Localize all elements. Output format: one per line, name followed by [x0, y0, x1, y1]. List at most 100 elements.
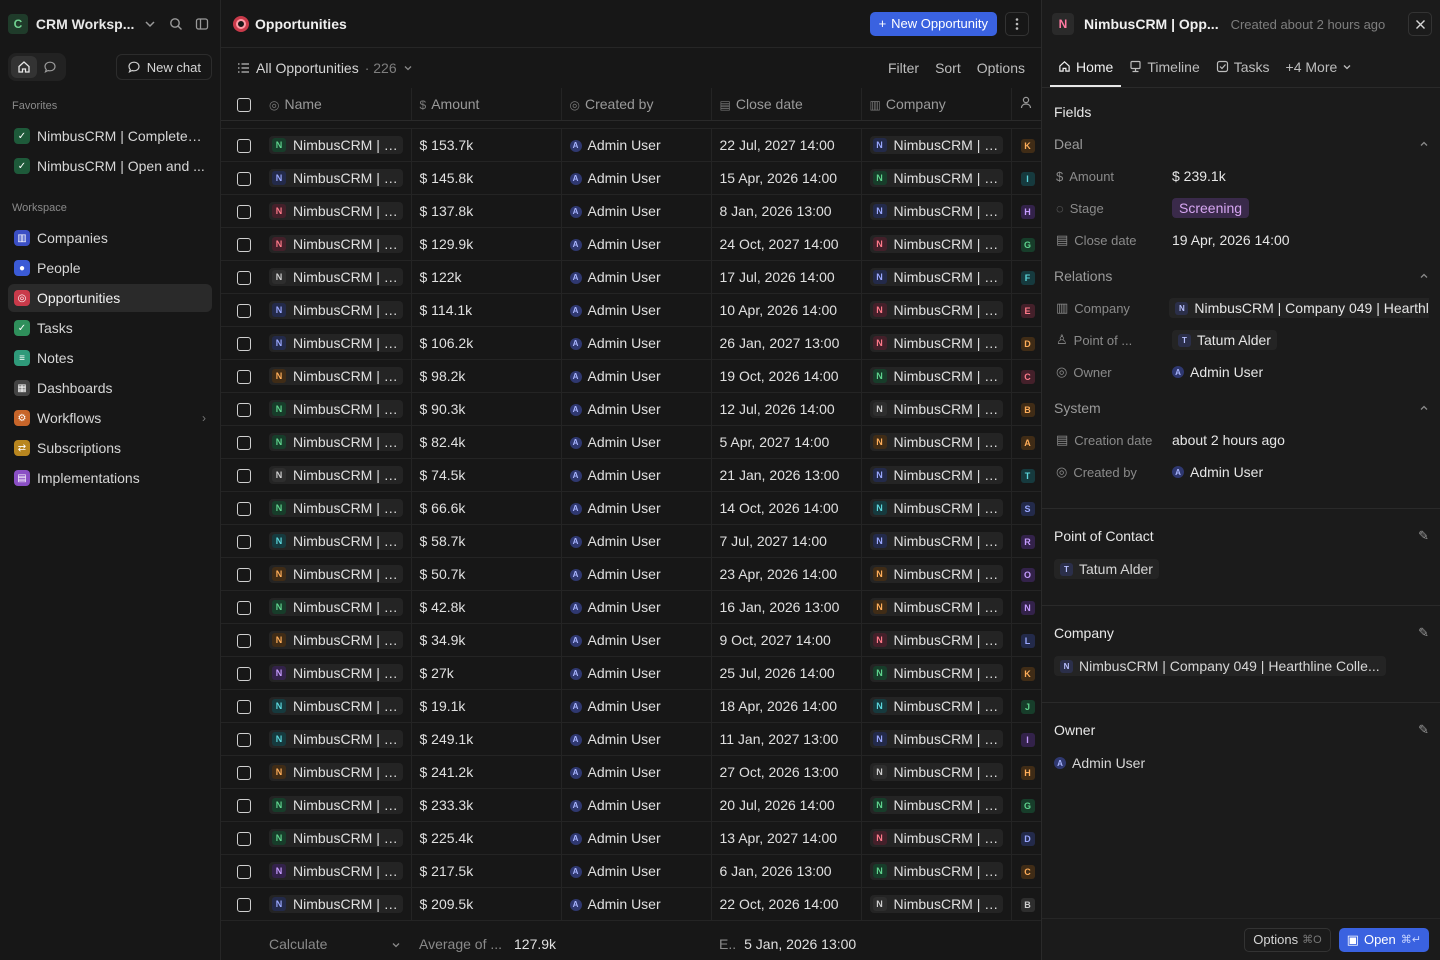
- close-date-aggregate[interactable]: E.. 5 Jan, 2026 13:00: [719, 936, 856, 952]
- table-row[interactable]: N NimbusCRM | Op... $ 42.8k A Admin User 16 J…: [221, 590, 1041, 624]
- opportunity-chip[interactable]: N NimbusCRM | Op...: [269, 433, 403, 451]
- point-of-contact-cell[interactable]: E: [1011, 293, 1041, 327]
- chevron-down-icon[interactable]: [140, 14, 160, 34]
- company-chip[interactable]: N NimbusCRM | Co...: [869, 433, 1003, 451]
- company-cell[interactable]: N NimbusCRM | Co...: [861, 326, 1012, 360]
- created-by-cell[interactable]: A Admin User: [561, 458, 712, 492]
- select-all-checkbox[interactable]: [237, 97, 251, 112]
- company-chip[interactable]: N NimbusCRM | Co...: [869, 895, 1003, 913]
- opportunity-chip[interactable]: N NimbusCRM | Op...: [269, 268, 403, 286]
- table-row[interactable]: N NimbusCRM | Op... $ 34.9k A Admin User 9 Oc…: [221, 623, 1041, 657]
- new-chat-button[interactable]: New chat: [115, 54, 212, 80]
- close-date-cell[interactable]: 23 Apr, 2026 14:00: [711, 557, 862, 591]
- company-cell[interactable]: N NimbusCRM | Co...: [861, 722, 1012, 756]
- name-cell[interactable]: N NimbusCRM | Op...: [261, 755, 412, 789]
- created-by-cell[interactable]: A Admin User: [561, 359, 712, 393]
- table-row[interactable]: N NimbusCRM | Op... $ 137.8k A Admin User 8 J…: [221, 194, 1041, 228]
- sidebar-item-subscriptions[interactable]: ⇄ Subscriptions: [8, 434, 212, 462]
- created-by-cell[interactable]: A Admin User: [561, 854, 712, 888]
- company-chip[interactable]: N NimbusCRM | Co...: [869, 367, 1003, 385]
- created-by-cell[interactable]: A Admin User: [561, 722, 712, 756]
- close-panel-button[interactable]: [1408, 12, 1432, 36]
- row-checkbox[interactable]: [237, 699, 251, 714]
- name-cell[interactable]: N NimbusCRM | Op...: [261, 689, 412, 723]
- opportunity-chip[interactable]: N NimbusCRM | Op...: [269, 169, 403, 187]
- close-date-cell[interactable]: 22 Jul, 2027 14:00: [711, 128, 862, 162]
- company-chip[interactable]: N NimbusCRM | Co...: [869, 565, 1003, 583]
- amount-cell[interactable]: $ 225.4k: [411, 821, 562, 855]
- name-cell[interactable]: N NimbusCRM | Op...: [261, 326, 412, 360]
- opportunity-chip[interactable]: N NimbusCRM | Op...: [269, 499, 403, 517]
- column-header-company[interactable]: ▥ Company: [861, 88, 1012, 121]
- company-chip[interactable]: N NimbusCRM | Co...: [869, 400, 1003, 418]
- company-cell[interactable]: N NimbusCRM | Co...: [861, 227, 1012, 261]
- name-cell[interactable]: N NimbusCRM | Op...: [261, 491, 412, 525]
- table-row[interactable]: N NimbusCRM | Op... $ 50.7k A Admin User 23 A…: [221, 557, 1041, 591]
- column-header-amount[interactable]: $ Amount: [411, 88, 562, 121]
- company-cell[interactable]: N NimbusCRM | Co...: [861, 788, 1012, 822]
- opportunity-chip[interactable]: N NimbusCRM | Op...: [269, 565, 403, 583]
- open-record-button[interactable]: ▣ Open ⌘↵: [1338, 927, 1429, 952]
- close-date-cell[interactable]: 21 Jan, 2026 13:00: [711, 458, 862, 492]
- point-of-contact-cell[interactable]: I: [1011, 722, 1041, 756]
- point-of-contact-cell[interactable]: D: [1011, 821, 1041, 855]
- created-by-cell[interactable]: A Admin User: [561, 590, 712, 624]
- company-cell[interactable]: N NimbusCRM | Co...: [861, 755, 1012, 789]
- opportunity-chip[interactable]: N NimbusCRM | Op...: [269, 598, 403, 616]
- amount-cell[interactable]: $ 217.5k: [411, 854, 562, 888]
- tab-home[interactable]: Home: [1050, 48, 1122, 87]
- point-of-contact-cell[interactable]: D: [1011, 326, 1041, 360]
- sidebar-item-tasks[interactable]: ✓ Tasks: [8, 314, 212, 342]
- row-checkbox[interactable]: [237, 798, 251, 813]
- created-by-cell[interactable]: A Admin User: [561, 557, 712, 591]
- name-cell[interactable]: N NimbusCRM | Op...: [261, 854, 412, 888]
- point-of-contact-cell[interactable]: O: [1011, 557, 1041, 591]
- close-date-cell[interactable]: 8 Jan, 2026 13:00: [711, 194, 862, 228]
- point-of-contact-cell[interactable]: H: [1011, 194, 1041, 228]
- company-chip[interactable]: N NimbusCRM | Co...: [869, 268, 1003, 286]
- company-cell[interactable]: N NimbusCRM | Co...: [861, 260, 1012, 294]
- amount-cell[interactable]: $ 145.8k: [411, 161, 562, 195]
- row-checkbox[interactable]: [237, 666, 251, 681]
- close-date-cell[interactable]: 11 Jan, 2027 13:00: [711, 722, 862, 756]
- amount-cell[interactable]: $ 114.1k: [411, 293, 562, 327]
- company-cell[interactable]: N NimbusCRM | Co...: [861, 887, 1012, 921]
- table-row[interactable]: N NimbusCRM | Op... $ 90.3k A Admin User 12 J…: [221, 392, 1041, 426]
- company-cell[interactable]: N NimbusCRM | Co...: [861, 425, 1012, 459]
- row-checkbox[interactable]: [237, 501, 251, 516]
- sidebar-item-people[interactable]: ● People: [8, 254, 212, 282]
- system-section-header[interactable]: System: [1042, 392, 1440, 424]
- name-cell[interactable]: N NimbusCRM | Op...: [261, 788, 412, 822]
- company-cell[interactable]: N NimbusCRM | Co...: [861, 194, 1012, 228]
- close-date-cell[interactable]: 14 Oct, 2026 14:00: [711, 491, 862, 525]
- amount-cell[interactable]: $ 98.2k: [411, 359, 562, 393]
- opportunity-chip[interactable]: N NimbusCRM | Op...: [269, 136, 403, 154]
- opportunity-chip[interactable]: N NimbusCRM | Op...: [269, 895, 403, 913]
- row-checkbox[interactable]: [237, 897, 251, 912]
- company-chip[interactable]: N NimbusCRM | Co...: [869, 136, 1003, 154]
- company-cell[interactable]: N NimbusCRM | Co...: [861, 392, 1012, 426]
- company-chip[interactable]: N NimbusCRM | Co...: [869, 334, 1003, 352]
- favorite-item-2[interactable]: ✓ NimbusCRM | Open and ...: [8, 152, 212, 180]
- amount-cell[interactable]: $ 74.5k: [411, 458, 562, 492]
- close-date-cell[interactable]: 24 Oct, 2027 14:00: [711, 227, 862, 261]
- company-chip[interactable]: N NimbusCRM | Company 049 | Hearthline Co…: [1054, 656, 1386, 676]
- table-row[interactable]: N NimbusCRM | Op... $ 74.5k A Admin User 21 J…: [221, 458, 1041, 492]
- company-chip[interactable]: N NimbusCRM | Co...: [869, 730, 1003, 748]
- close-date-cell[interactable]: 16 Jan, 2026 13:00: [711, 590, 862, 624]
- created-by-cell[interactable]: A Admin User: [561, 887, 712, 921]
- row-checkbox[interactable]: [237, 270, 251, 285]
- row-checkbox[interactable]: [237, 171, 251, 186]
- company-chip[interactable]: N NimbusCRM | Co...: [869, 301, 1003, 319]
- company-chip[interactable]: N NimbusCRM | Co...: [869, 466, 1003, 484]
- close-date-cell[interactable]: 12 Jul, 2026 14:00: [711, 392, 862, 426]
- opportunity-chip[interactable]: N NimbusCRM | Op...: [269, 829, 403, 847]
- created-by-cell[interactable]: A Admin User: [561, 821, 712, 855]
- company-cell[interactable]: N NimbusCRM | Co...: [861, 623, 1012, 657]
- field-amount[interactable]: $ Amount $ 239.1k: [1042, 160, 1440, 192]
- owner-chip[interactable]: A Admin User: [1054, 753, 1145, 773]
- workspace-switcher[interactable]: C CRM Worksp...: [8, 10, 212, 38]
- deal-section-header[interactable]: Deal: [1042, 128, 1440, 160]
- point-of-contact-cell[interactable]: H: [1011, 755, 1041, 789]
- amount-cell[interactable]: $ 66.6k: [411, 491, 562, 525]
